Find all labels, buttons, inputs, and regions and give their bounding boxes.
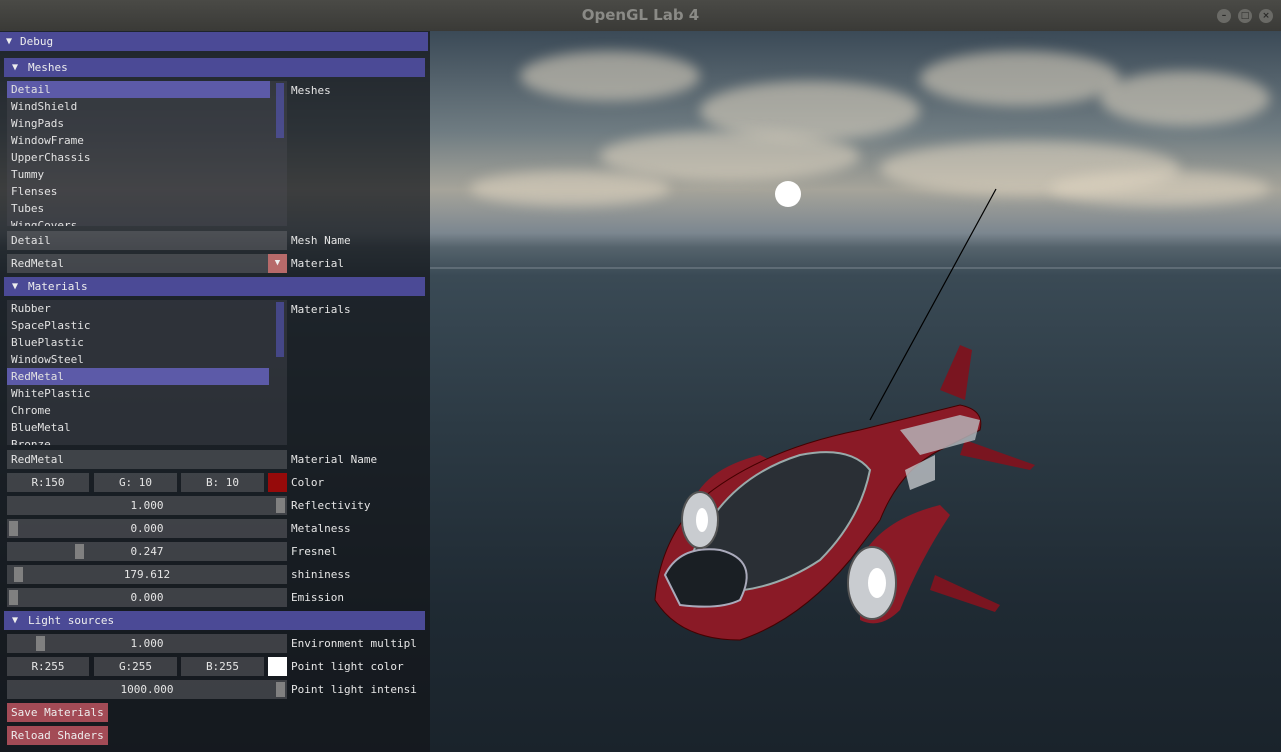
environment-multiplier-value: 1.000 bbox=[130, 637, 164, 650]
point-color-b-input[interactable]: B:255 bbox=[181, 657, 264, 676]
maximize-button[interactable]: □ bbox=[1238, 9, 1252, 23]
point-color-g-input[interactable]: G:255 bbox=[94, 657, 177, 676]
slider-grab[interactable] bbox=[75, 544, 84, 559]
title-bar[interactable]: OpenGL Lab 4 – □ × bbox=[0, 0, 1281, 32]
materials-list-label: Materials bbox=[291, 303, 351, 316]
slider-grab[interactable] bbox=[14, 567, 23, 582]
list-item[interactable]: BlueMetal bbox=[7, 419, 287, 436]
window-title: OpenGL Lab 4 bbox=[581, 6, 700, 24]
color-label: Color bbox=[291, 476, 325, 489]
debug-title: Debug bbox=[20, 35, 54, 48]
point-light-intensity-label: Point light intensi bbox=[291, 683, 417, 696]
fresnel-value: 0.247 bbox=[130, 545, 164, 558]
color-r-input[interactable]: R:150 bbox=[7, 473, 89, 492]
slider-grab[interactable] bbox=[9, 521, 18, 536]
material-dropdown[interactable]: RedMetal ▼ bbox=[7, 254, 287, 273]
app-window: OpenGL Lab 4 – □ × ▼ Debug ▼ Meshes Deta… bbox=[0, 0, 1281, 752]
list-item[interactable]: Flenses bbox=[7, 183, 287, 200]
list-item[interactable]: WhitePlastic bbox=[7, 385, 287, 402]
collapse-icon: ▼ bbox=[12, 615, 19, 626]
shininess-slider[interactable]: 179.612 bbox=[7, 565, 287, 584]
color-g-input[interactable]: G: 10 bbox=[94, 473, 177, 492]
color-swatch[interactable] bbox=[268, 473, 287, 492]
chevron-down-icon[interactable]: ▼ bbox=[268, 254, 287, 273]
meshes-header[interactable]: ▼ Meshes bbox=[4, 58, 425, 77]
reflectivity-slider[interactable]: 1.000 bbox=[7, 496, 287, 515]
minimize-button[interactable]: – bbox=[1217, 9, 1231, 23]
meshes-listbox[interactable]: Detail WindShield WingPads WindowFrame U… bbox=[7, 81, 287, 226]
light-sources-header[interactable]: ▼ Light sources bbox=[4, 611, 425, 630]
close-button[interactable]: × bbox=[1259, 9, 1273, 23]
meshes-header-label: Meshes bbox=[28, 61, 68, 74]
material-label: Material bbox=[291, 257, 344, 270]
debug-panel: ▼ Debug ▼ Meshes Detail WindShield WingP… bbox=[0, 31, 430, 752]
materials-listbox[interactable]: Rubber SpacePlastic BluePlastic WindowSt… bbox=[7, 300, 287, 445]
emission-label: Emission bbox=[291, 591, 344, 604]
emission-value: 0.000 bbox=[130, 591, 164, 604]
environment-multiplier-slider[interactable]: 1.000 bbox=[7, 634, 287, 653]
reload-shaders-button[interactable]: Reload Shaders bbox=[7, 726, 108, 745]
color-b-input[interactable]: B: 10 bbox=[181, 473, 264, 492]
list-item[interactable]: Bronze bbox=[7, 436, 287, 445]
list-item[interactable]: Chrome bbox=[7, 402, 287, 419]
slider-grab[interactable] bbox=[276, 498, 285, 513]
mesh-name-input[interactable]: Detail bbox=[7, 231, 287, 250]
fresnel-label: Fresnel bbox=[291, 545, 338, 558]
point-color-r-input[interactable]: R:255 bbox=[7, 657, 89, 676]
collapse-icon: ▼ bbox=[6, 36, 13, 47]
list-item[interactable]: WindShield bbox=[7, 98, 287, 115]
point-light-intensity-value: 1000.000 bbox=[120, 683, 174, 696]
metalness-value: 0.000 bbox=[130, 522, 164, 535]
meshes-scrollbar[interactable] bbox=[276, 83, 284, 138]
reflectivity-label: Reflectivity bbox=[291, 499, 371, 512]
list-item[interactable]: Rubber bbox=[7, 300, 287, 317]
point-color-swatch[interactable] bbox=[268, 657, 287, 676]
collapse-icon: ▼ bbox=[12, 281, 19, 292]
list-item[interactable]: WingPads bbox=[7, 115, 287, 132]
material-name-label: Material Name bbox=[291, 453, 378, 466]
shininess-label: shininess bbox=[291, 568, 351, 581]
collapse-icon: ▼ bbox=[12, 62, 19, 73]
list-item[interactable]: RedMetal bbox=[7, 368, 269, 385]
debug-header[interactable]: ▼ Debug bbox=[0, 32, 428, 51]
slider-grab[interactable] bbox=[276, 682, 285, 697]
material-name-input[interactable]: RedMetal bbox=[7, 450, 287, 469]
emission-slider[interactable]: 0.000 bbox=[7, 588, 287, 607]
fresnel-slider[interactable]: 0.247 bbox=[7, 542, 287, 561]
list-item[interactable]: BluePlastic bbox=[7, 334, 287, 351]
materials-header[interactable]: ▼ Materials bbox=[4, 277, 425, 296]
list-item[interactable]: SpacePlastic bbox=[7, 317, 287, 334]
materials-header-label: Materials bbox=[28, 280, 88, 293]
metalness-slider[interactable]: 0.000 bbox=[7, 519, 287, 538]
materials-scrollbar[interactable] bbox=[276, 302, 284, 357]
point-light-color-label: Point light color bbox=[291, 660, 404, 673]
light-sources-header-label: Light sources bbox=[28, 614, 115, 627]
metalness-label: Metalness bbox=[291, 522, 351, 535]
point-light-intensity-slider[interactable]: 1000.000 bbox=[7, 680, 287, 699]
mesh-name-label: Mesh Name bbox=[291, 234, 351, 247]
list-item[interactable]: Tummy bbox=[7, 166, 287, 183]
list-item[interactable]: Detail bbox=[7, 81, 270, 98]
shininess-value: 179.612 bbox=[123, 568, 171, 581]
slider-grab[interactable] bbox=[9, 590, 18, 605]
environment-multiplier-label: Environment multipl bbox=[291, 637, 417, 650]
material-dropdown-value: RedMetal bbox=[11, 257, 64, 270]
list-item[interactable]: WingCovers bbox=[7, 217, 287, 226]
meshes-list-label: Meshes bbox=[291, 84, 331, 97]
slider-grab[interactable] bbox=[36, 636, 45, 651]
list-item[interactable]: WindowFrame bbox=[7, 132, 287, 149]
list-item[interactable]: UpperChassis bbox=[7, 149, 287, 166]
save-materials-button[interactable]: Save Materials bbox=[7, 703, 108, 722]
list-item[interactable]: WindowSteel bbox=[7, 351, 287, 368]
reflectivity-value: 1.000 bbox=[130, 499, 164, 512]
list-item[interactable]: Tubes bbox=[7, 200, 287, 217]
